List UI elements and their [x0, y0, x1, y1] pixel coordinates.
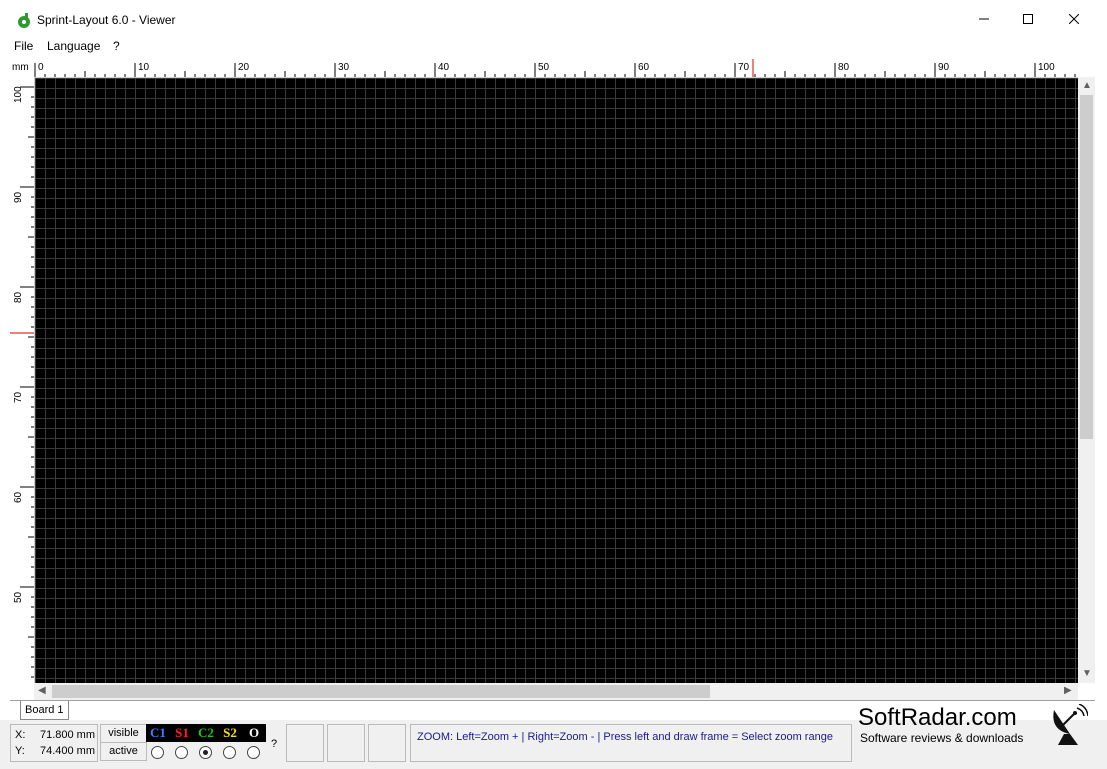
minimize-icon	[979, 18, 989, 20]
minimize-button[interactable]	[961, 0, 1007, 38]
layer-c2-toggle[interactable]: C2	[194, 724, 218, 742]
hruler-label: 70	[738, 62, 750, 73]
menu-file[interactable]: File	[14, 39, 33, 53]
status-panel-3	[368, 724, 406, 762]
horizontal-ruler: 0 10 20 30 40 50 60 70 80 90 100	[34, 59, 1079, 78]
menu-language[interactable]: Language	[47, 39, 100, 53]
close-icon	[1069, 14, 1079, 24]
hruler-label: 40	[438, 62, 450, 73]
app-icon	[18, 13, 30, 28]
watermark-subtitle: Software reviews & downloads	[860, 731, 1024, 745]
tab-board-1[interactable]: Board 1	[20, 701, 69, 720]
hruler-label: 80	[838, 62, 850, 73]
window-title: Sprint-Layout 6.0 - Viewer	[37, 13, 176, 27]
layer-panel: visible active C1 S1 C2 S2 O	[100, 724, 266, 761]
board-canvas[interactable]	[35, 78, 1078, 683]
layer-help-button[interactable]: ?	[271, 738, 277, 750]
vruler-label: 80	[13, 291, 24, 303]
hruler-label: 90	[938, 62, 950, 73]
title-bar: Sprint-Layout 6.0 - Viewer	[0, 0, 1107, 38]
hruler-label: 10	[138, 62, 150, 73]
vruler-label: 90	[13, 191, 24, 203]
horizontal-scrollbar[interactable]: ◀ ▶	[34, 683, 1078, 700]
hruler-label: 20	[238, 62, 250, 73]
vruler-label: 50	[13, 591, 24, 603]
vruler-label: 60	[13, 491, 24, 503]
active-radio-c2[interactable]	[199, 746, 212, 759]
y-label: Y:	[15, 745, 25, 757]
zoom-help-text: ZOOM: Left=Zoom + | Right=Zoom - | Press…	[410, 724, 852, 762]
hruler-label: 0	[38, 62, 44, 73]
active-radio-c1[interactable]	[151, 746, 164, 759]
ruler-unit-label: mm	[12, 62, 29, 73]
softradar-watermark: SoftRadar.com Software reviews & downloa…	[858, 704, 1098, 754]
menu-bar: File Language ?	[0, 38, 1107, 56]
scroll-left-icon[interactable]: ◀	[38, 685, 46, 696]
x-label: X:	[15, 729, 26, 741]
active-radio-s1[interactable]	[175, 746, 188, 759]
maximize-icon	[1023, 14, 1033, 24]
active-radio-o[interactable]	[247, 746, 260, 759]
maximize-button[interactable]	[1005, 0, 1051, 38]
vertical-ruler: 100908070605040	[10, 77, 35, 683]
hruler-label: 60	[638, 62, 650, 73]
vertical-scrollbar[interactable]: ▲ ▼	[1078, 77, 1095, 683]
y-value: 74.400 mm	[39, 745, 95, 757]
hruler-label: 30	[338, 62, 350, 73]
scroll-up-icon[interactable]: ▲	[1082, 80, 1092, 91]
layer-c1-toggle[interactable]: C1	[146, 724, 170, 742]
active-label: active	[100, 742, 147, 761]
vruler-label: 70	[13, 391, 24, 403]
horizontal-scroll-thumb[interactable]	[52, 685, 710, 698]
zoom-help-label: ZOOM: Left=Zoom + | Right=Zoom - | Press…	[417, 731, 833, 743]
visible-label: visible	[100, 724, 147, 743]
menu-help[interactable]: ?	[113, 39, 120, 53]
active-radio-s2[interactable]	[223, 746, 236, 759]
satellite-dish-icon	[1053, 704, 1088, 745]
layer-s2-toggle[interactable]: S2	[218, 724, 242, 742]
layer-o-toggle[interactable]: O	[242, 724, 266, 742]
layer-s1-toggle[interactable]: S1	[170, 724, 194, 742]
hruler-label: 100	[1038, 62, 1055, 73]
layer-visibility-row: C1 S1 C2 S2 O	[146, 724, 266, 742]
scroll-right-icon[interactable]: ▶	[1064, 685, 1072, 696]
vruler-label: 100	[13, 86, 24, 103]
status-panel-2	[327, 724, 365, 762]
close-button[interactable]	[1051, 0, 1097, 38]
scroll-down-icon[interactable]: ▼	[1082, 668, 1092, 679]
watermark-title: SoftRadar.com	[858, 704, 1017, 731]
cursor-coordinates: X: 71.800 mm Y: 74.400 mm	[10, 724, 98, 762]
hruler-label: 50	[538, 62, 550, 73]
x-value: 71.800 mm	[39, 729, 95, 741]
vertical-scroll-thumb[interactable]	[1080, 95, 1093, 439]
status-panel-1	[286, 724, 324, 762]
